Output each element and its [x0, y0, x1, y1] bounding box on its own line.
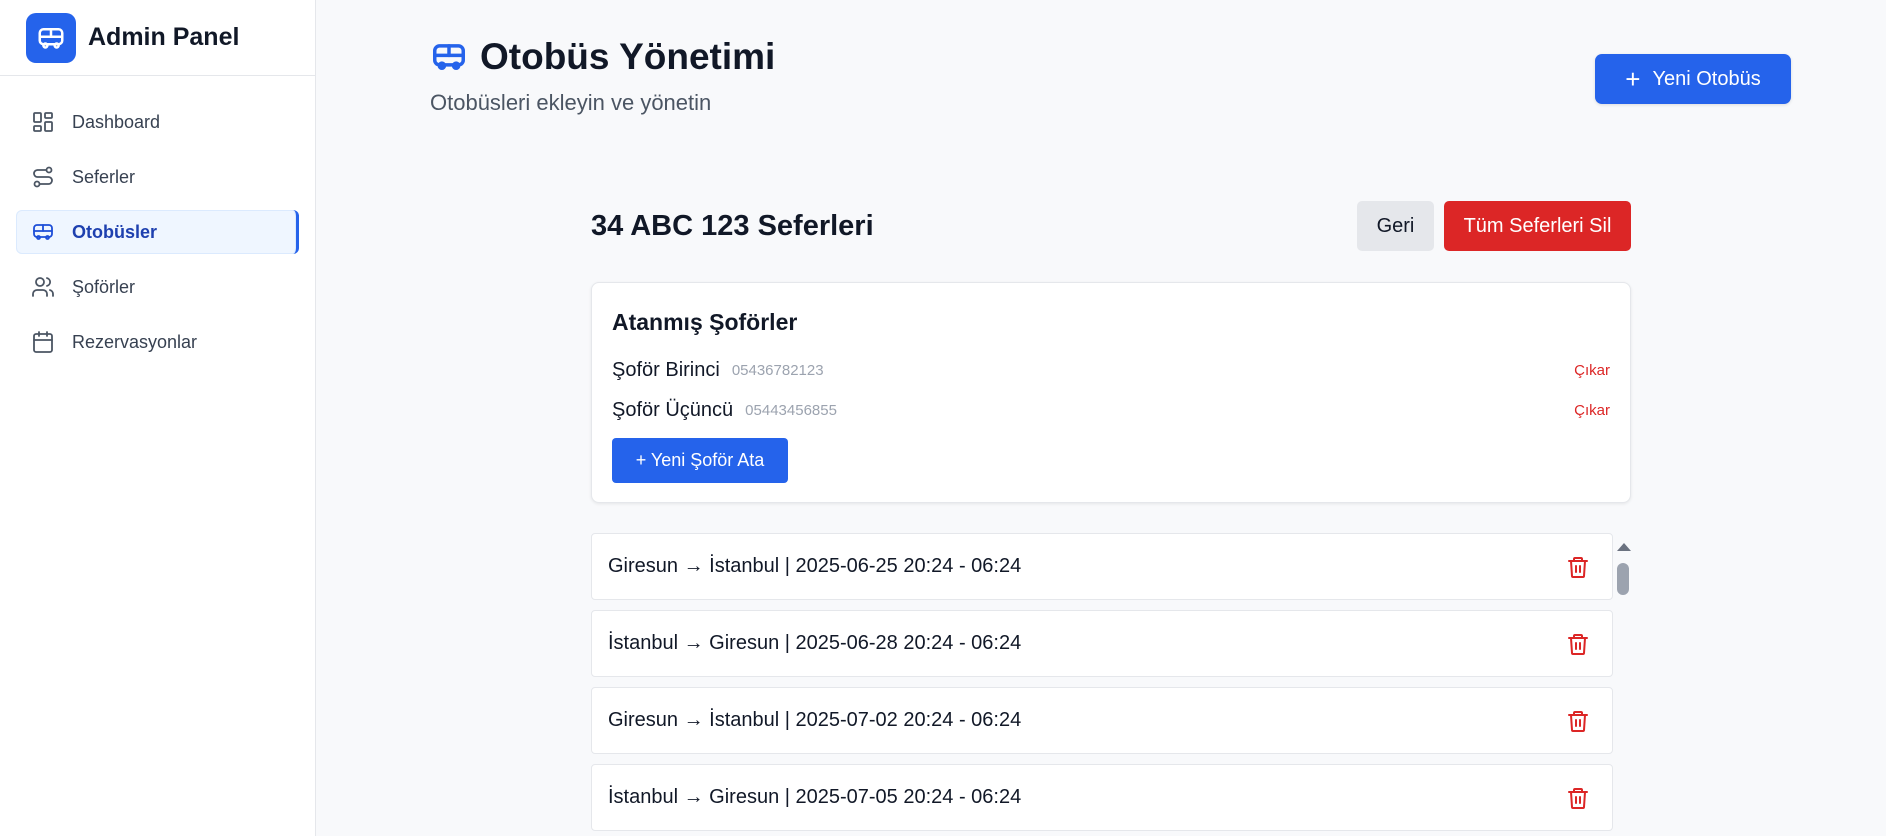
trip-list: Giresun → İstanbul | 2025-06-25 20:24 - … — [591, 533, 1613, 836]
remove-driver-link[interactable]: Çıkar — [1574, 362, 1610, 379]
trash-icon[interactable] — [1566, 785, 1590, 811]
scrollbar-thumb[interactable] — [1617, 563, 1629, 595]
bus-logo-icon — [26, 12, 76, 63]
new-bus-button[interactable]: + Yeni Otobüs — [1595, 54, 1791, 104]
sidebar-nav: Dashboard Seferler Otobüsler Şoförler Re… — [0, 76, 315, 364]
scroll-up-arrow-icon[interactable] — [1617, 543, 1631, 551]
sidebar-item-soforler[interactable]: Şoförler — [16, 265, 299, 309]
sidebar-item-otobusler[interactable]: Otobüsler — [16, 210, 299, 254]
driver-name: Şoför Birinci — [612, 358, 720, 381]
page-title: Otobüs Yönetimi — [430, 36, 775, 78]
driver-phone: 05443456855 — [745, 401, 837, 419]
new-bus-button-label: Yeni Otobüs — [1652, 67, 1761, 90]
trips-panel-title: 34 ABC 123 Seferleri — [591, 210, 874, 242]
sidebar-item-label: Rezervasyonlar — [72, 331, 198, 352]
trip-text: Giresun → İstanbul | 2025-07-02 20:24 - … — [608, 709, 1022, 731]
trip-item: Giresun → İstanbul | 2025-06-25 20:24 - … — [591, 533, 1613, 600]
trash-icon[interactable] — [1566, 631, 1590, 657]
trip-text: Giresun → İstanbul | 2025-06-25 20:24 - … — [608, 555, 1022, 577]
sidebar: Admin Panel Dashboard Seferler Otobüsler… — [0, 0, 316, 836]
trip-item: İstanbul → Giresun | 2025-06-28 20:24 - … — [591, 610, 1613, 677]
trip-list-scrollbar[interactable] — [1615, 540, 1631, 836]
sidebar-item-label: Şoförler — [72, 276, 136, 297]
driver-phone: 05436782123 — [731, 361, 824, 379]
trip-text: İstanbul → Giresun | 2025-07-05 20:24 - … — [608, 786, 1022, 808]
page-header: Otobüs Yönetimi Otobüsleri ekleyin ve yö… — [430, 36, 775, 116]
page-title-text: Otobüs Yönetimi — [480, 36, 776, 77]
assigned-drivers-card: Atanmış Şoförler Şoför Birinci 054367821… — [591, 282, 1631, 503]
remove-driver-link[interactable]: Çıkar — [1574, 402, 1610, 419]
trip-text: İstanbul → Giresun | 2025-06-28 20:24 - … — [608, 632, 1022, 654]
sidebar-item-label: Seferler — [72, 166, 136, 187]
sidebar-item-rezervasyonlar[interactable]: Rezervasyonlar — [16, 320, 299, 364]
sidebar-item-seferler[interactable]: Seferler — [16, 155, 299, 199]
sidebar-item-label: Dashboard — [72, 111, 161, 132]
brand: Admin Panel — [0, 0, 315, 76]
users-icon — [30, 274, 56, 300]
trash-icon[interactable] — [1566, 554, 1590, 580]
sidebar-item-label: Otobüsler — [72, 221, 158, 242]
trash-icon[interactable] — [1566, 708, 1590, 734]
bus-icon — [430, 38, 468, 76]
dashboard-icon — [30, 109, 56, 135]
back-button[interactable]: Geri — [1357, 201, 1434, 251]
trip-item: İstanbul → Giresun | 2025-07-05 20:24 - … — [591, 764, 1613, 831]
route-icon — [30, 164, 56, 190]
plus-icon: + — [1625, 64, 1641, 94]
brand-title: Admin Panel — [88, 23, 240, 51]
assigned-drivers-title: Atanmış Şoförler — [612, 309, 798, 335]
assign-driver-button[interactable]: + Yeni Şoför Ata — [612, 438, 788, 483]
driver-name: Şoför Üçüncü — [612, 398, 734, 421]
driver-row: Şoför Üçüncü 05443456855 Çıkar — [612, 397, 1610, 423]
delete-all-trips-button[interactable]: Tüm Seferleri Sil — [1444, 201, 1631, 251]
calendar-icon — [30, 329, 56, 355]
bus-icon — [30, 219, 56, 245]
driver-row: Şoför Birinci 05436782123 Çıkar — [612, 357, 1610, 383]
trip-item: Giresun → İstanbul | 2025-07-02 20:24 - … — [591, 687, 1613, 754]
page-subtitle: Otobüsleri ekleyin ve yönetin — [430, 90, 712, 115]
sidebar-item-dashboard[interactable]: Dashboard — [16, 100, 299, 144]
